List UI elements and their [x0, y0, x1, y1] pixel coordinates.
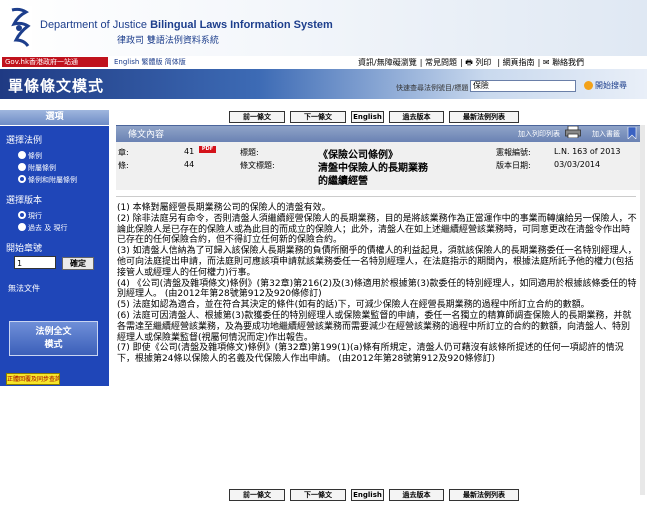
bookmark-icon[interactable] — [626, 127, 638, 139]
past-version-button-bottom[interactable]: 過去版本 — [389, 489, 444, 501]
print-link-label: 列印 — [475, 58, 492, 67]
contact-link[interactable]: ✉ 聯絡我們 — [543, 58, 587, 67]
content-header — [116, 125, 640, 142]
section-title-label: 條文標題: — [240, 161, 275, 170]
version-section-title: 選擇版本 — [6, 196, 43, 206]
law-option-label: 條例和附屬條例 — [28, 176, 77, 184]
paragraph: (5) 法庭如認為適合，並在符合其決定的條件(如有的話)下，可減少保險人在經營長… — [117, 300, 590, 311]
faq-link[interactable]: 常見問題 — [425, 58, 457, 67]
gazette-value: L.N. 163 of 2013 — [554, 147, 621, 156]
version-option-current[interactable]: 現行 — [18, 211, 42, 221]
title-label: 標題: — [240, 148, 259, 157]
accessibility-link[interactable]: 資訊/無障礙瀏覽 — [358, 58, 417, 67]
section-label: 條: — [118, 161, 129, 170]
english-button-bottom[interactable]: English — [351, 489, 384, 501]
site-title-prefix: Department of Justice — [40, 19, 147, 31]
search-label: 快速查尋法例號目/標題 — [396, 84, 469, 92]
new-list-button[interactable]: 最新法例列表 — [449, 111, 519, 123]
yellow-button[interactable]: 正體回覆及同步查詢 — [6, 373, 60, 385]
law-option-subsidiary[interactable]: 附屬條例 — [18, 163, 56, 173]
version-option-label: 過去 及 現行 — [28, 224, 68, 232]
go-icon — [584, 81, 593, 90]
fulltext-label-2: 模式 — [44, 340, 63, 350]
site-title-en: Department of Justice Bilingual Laws Inf… — [40, 19, 333, 31]
options-header: 選項 — [0, 110, 109, 125]
print-link[interactable]: 🖶 列印 — [465, 58, 494, 67]
law-option-both[interactable]: 條例和附屬條例 — [18, 175, 77, 185]
pdf-icon[interactable]: PDF — [199, 146, 216, 153]
prev-section-button-bottom[interactable]: 前一條文 — [229, 489, 285, 501]
prev-section-button[interactable]: 前一條文 — [229, 111, 285, 123]
confirm-button[interactable]: 確定 — [62, 257, 94, 270]
add-bookmark-link[interactable]: 加入書籤 — [592, 129, 620, 139]
doj-logo[interactable] — [6, 6, 32, 50]
version-date-value: 03/03/2014 — [554, 160, 601, 169]
paragraph: (7) 即使《公司(清盤及雜項條文)條例》(第32章)第199(1)(a)條有所… — [117, 343, 624, 365]
radio-icon — [18, 163, 26, 171]
law-option-ordinance[interactable]: 條例 — [18, 151, 42, 161]
chapter-value[interactable]: 41 — [184, 147, 194, 156]
law-section-title: 選擇法例 — [6, 136, 43, 146]
site-title-zh: 律政司 雙語法例資料系統 — [117, 36, 219, 46]
section-value: 44 — [184, 160, 195, 169]
fulltext-mode-button[interactable]: 法例全文 模式 — [9, 321, 98, 356]
divider — [116, 196, 636, 197]
utility-links: 資訊/無障礙瀏覽 | 常見問題 | 🖶 列印 | 網頁指南 | ✉ 聯絡我們 — [358, 57, 590, 68]
add-to-print-link[interactable]: 加入列印列表 — [518, 129, 560, 139]
version-option-past[interactable]: 過去 及 現行 — [18, 223, 67, 233]
radio-icon — [18, 151, 26, 159]
paragraph: (2) 除非法庭另有命令，否則清盤人須繼續經營保險人的長期業務，目的是將該業務作… — [117, 213, 637, 246]
start-no-input[interactable]: 1 — [14, 256, 56, 269]
next-section-button[interactable]: 下一條文 — [290, 111, 346, 123]
section-title-value-2: 的繼續經營 — [318, 176, 368, 187]
radio-icon — [18, 223, 26, 231]
section-body: (1) 本條對屬經營長期業務公司的保險人的清盤有效。 (2) 除非法庭另有命令，… — [117, 203, 638, 365]
fulltext-label-1: 法例全文 — [35, 327, 72, 337]
law-option-label: 條例 — [28, 152, 42, 160]
content-title: 條文內容 — [128, 130, 165, 140]
gazette-label: 憲報編號: — [496, 148, 531, 157]
paragraph: (4) 《公司(清盤及雜項條文)條例》(第32章)第216(2)及(3)條適用於… — [117, 278, 637, 300]
guide-link[interactable]: 網頁指南 — [503, 58, 535, 67]
mode-title: 單條條文模式 — [8, 77, 105, 95]
paragraph: (6) 法庭可因清盤人、根據第(3)款獲委任的特別經理人或保險業監督的申請，委任… — [117, 310, 632, 343]
contact-link-label: 聯絡我們 — [552, 58, 585, 67]
search-go-label: 開始搜尋 — [595, 81, 627, 90]
search-go-button[interactable]: 開始搜尋 — [584, 80, 627, 91]
site-title-bold: Bilingual Laws Information System — [150, 19, 333, 31]
past-version-button[interactable]: 過去版本 — [389, 111, 444, 123]
next-section-button-bottom[interactable]: 下一條文 — [290, 489, 346, 501]
chapter-label: 章: — [118, 148, 129, 157]
printer-icon[interactable] — [565, 126, 581, 138]
language-links[interactable]: English 繁體版 简体版 — [114, 57, 186, 67]
new-list-button-bottom[interactable]: 最新法例列表 — [449, 489, 519, 501]
version-date-label: 版本日期: — [496, 161, 531, 170]
scrollbar[interactable] — [640, 125, 645, 495]
paragraph: (1) 本條對屬經營長期業務公司的保險人的清盤有效。 — [117, 203, 331, 213]
quick-search-input[interactable]: 保險 — [470, 80, 576, 92]
gov-portal-link[interactable]: Gov.hk香港政府一站通 — [2, 57, 108, 67]
law-option-label: 附屬條例 — [28, 164, 56, 172]
radio-selected-icon — [18, 175, 26, 183]
english-button[interactable]: English — [351, 111, 384, 123]
radio-selected-icon — [18, 211, 26, 219]
start-no-label: 開始章號 — [6, 244, 43, 254]
no-docs-label: 無法文件 — [8, 284, 40, 293]
paragraph: (3) 如清盤人信納為了可歸入該保險人長期業務的負債所關乎的債權人的利益起見，須… — [117, 246, 637, 278]
version-option-label: 現行 — [28, 212, 42, 220]
